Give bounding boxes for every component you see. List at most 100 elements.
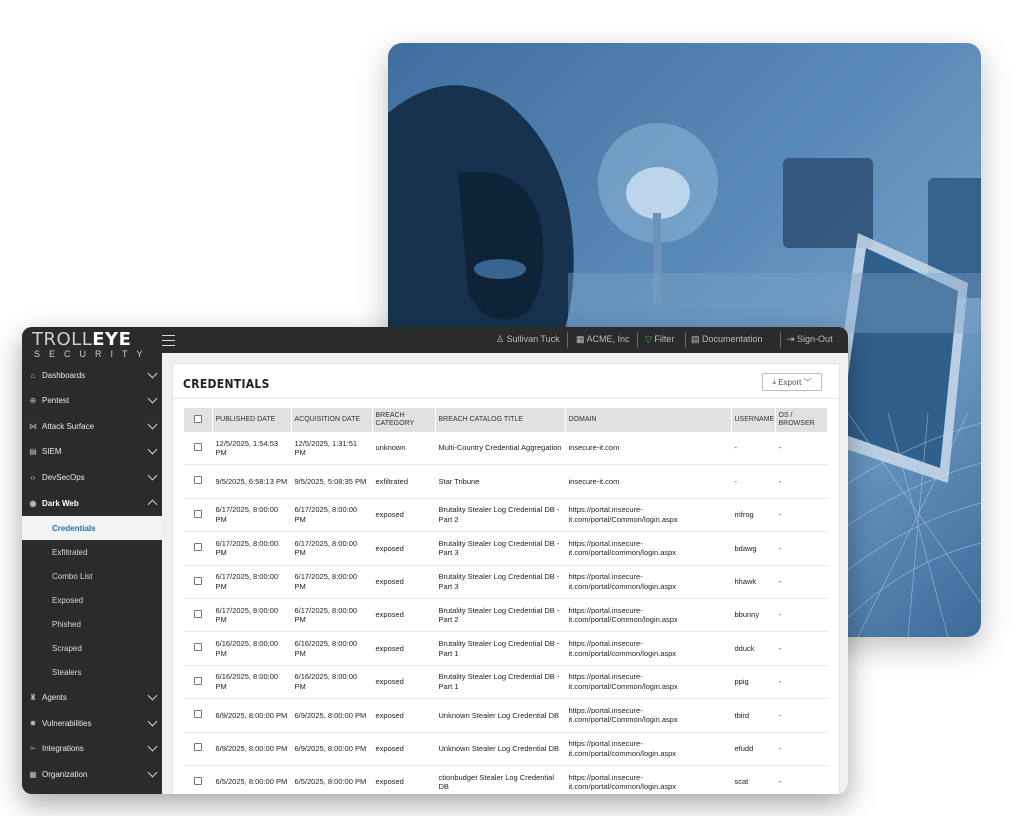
- sidebar-item-pentest[interactable]: ⊕ Pentest: [22, 388, 162, 412]
- column-header-username[interactable]: USERNAME: [731, 408, 776, 432]
- sidebar-item-vulnerabilities[interactable]: ✹ Vulnerabilities: [22, 711, 162, 735]
- column-header-acquisition-date[interactable]: ACQUISITION DATE: [291, 408, 373, 432]
- sidebar-item-agents[interactable]: ♜ Agents: [22, 685, 162, 709]
- cell-breach-category: exposed: [372, 631, 436, 666]
- sidebar-item-organization[interactable]: ▦ Organization: [22, 762, 162, 786]
- sidebar-subitem-label: Exfiltrated: [52, 547, 88, 557]
- sign-out-label: Sign-Out: [797, 334, 833, 344]
- logo-text-light: TR: [32, 329, 57, 350]
- export-button[interactable]: ⤓ Export ﹀: [762, 373, 822, 391]
- sidebar-item-attack-surface[interactable]: ⋈ Attack Surface: [22, 414, 162, 438]
- column-header-breach-category[interactable]: BREACH CATEGORY: [372, 408, 436, 432]
- sidebar-subitem-stealers[interactable]: Stealers: [22, 660, 162, 684]
- row-checkbox[interactable]: [184, 665, 213, 700]
- sidebar-subitem-exposed[interactable]: Exposed: [22, 588, 162, 612]
- cell-domain: https://portal.insecure-it.com/portal/Co…: [565, 498, 732, 533]
- row-checkbox[interactable]: [184, 598, 213, 633]
- row-checkbox[interactable]: [184, 732, 213, 766]
- cell-breach-catalog-title: Brutality Stealer Log Credential DB - Pa…: [435, 631, 566, 666]
- sidebar-subitem-label: Stealers: [52, 667, 82, 677]
- trolleye-logo[interactable]: TROLLEYE SECURITY: [22, 327, 162, 365]
- table-row[interactable]: 12/5/2025, 1:54:53 PM 12/5/2025, 1:31:51 …: [184, 432, 828, 466]
- row-checkbox[interactable]: [184, 432, 213, 466]
- cell-published-date: 6/9/2025, 8:00:00 PM: [212, 698, 292, 733]
- main-content: CREDENTIALS ⤓ Export ﹀ PUBLISHED DATE AC…: [162, 353, 848, 794]
- cell-username: mfrog: [731, 498, 776, 533]
- sidebar-subitem-credentials[interactable]: Credentials: [22, 516, 162, 540]
- row-checkbox[interactable]: [184, 498, 213, 533]
- row-checkbox[interactable]: [184, 565, 213, 599]
- sidebar-subitem-scraped[interactable]: Scraped: [22, 636, 162, 660]
- cell-domain: https://portal.insecure-it.com/portal/co…: [565, 765, 732, 794]
- sidebar-item-label: Vulnerabilities: [42, 718, 92, 728]
- cell-acquisition-date: 6/9/2025, 8:00:00 PM: [291, 732, 373, 766]
- table-row[interactable]: 6/9/2025, 8:00:00 PM 6/9/2025, 8:00:00 PM…: [184, 732, 828, 766]
- cell-breach-catalog-title: Brutality Stealer Log Credential DB - Pa…: [435, 531, 566, 566]
- org-menu[interactable]: ▦ ACME, Inc: [576, 334, 630, 345]
- sidebar-item-siem[interactable]: ▤ SIEM: [22, 439, 162, 463]
- sidebar-subitem-label: Phished: [52, 619, 81, 629]
- sidebar-subitem-label: Exposed: [52, 595, 84, 605]
- sidebar: TROLLEYE SECURITY ⌂ Dashboards ⊕ Pentest…: [22, 327, 162, 794]
- cell-os-browser: -: [775, 498, 828, 533]
- sign-out-button[interactable]: ⇥ Sign-Out: [787, 334, 833, 345]
- documentation-link[interactable]: ▤ Documentation: [691, 334, 763, 345]
- logo-text-mid: OLL: [56, 329, 93, 350]
- cell-breach-catalog-title: Star Tribune: [435, 464, 566, 499]
- cell-breach-category: exposed: [372, 531, 436, 566]
- sidebar-item-label: Organization: [42, 769, 88, 779]
- hamburger-menu-icon[interactable]: [162, 335, 175, 346]
- column-header-domain[interactable]: DOMAIN: [565, 408, 732, 432]
- filter-button[interactable]: ▽ Filter: [645, 334, 674, 345]
- table-row[interactable]: 6/16/2025, 8:00:00 PM 6/16/2025, 8:00:00 …: [184, 631, 828, 666]
- cell-published-date: 6/9/2025, 8:00:00 PM: [212, 732, 292, 766]
- column-header-published-date[interactable]: PUBLISHED DATE: [212, 408, 292, 432]
- documentation-label: Documentation: [702, 334, 763, 344]
- cell-username: -: [731, 432, 776, 466]
- table-row[interactable]: 6/9/2025, 8:00:00 PM 6/9/2025, 8:00:00 PM…: [184, 698, 828, 733]
- sidebar-item-label: Dashboards: [42, 370, 86, 380]
- cell-domain: insecure-it.com: [565, 432, 732, 466]
- cell-acquisition-date: 6/5/2025, 8:00:00 PM: [291, 765, 373, 794]
- cell-os-browser: -: [775, 464, 828, 499]
- cell-published-date: 9/5/2025, 6:58:13 PM: [212, 464, 292, 499]
- table-row[interactable]: 6/17/2025, 8:00:00 PM 6/17/2025, 8:00:00 …: [184, 498, 828, 533]
- row-checkbox[interactable]: [184, 765, 213, 794]
- row-checkbox[interactable]: [184, 631, 213, 666]
- column-header-os-browser[interactable]: OS / BROWSER: [775, 408, 828, 432]
- table-row[interactable]: 6/17/2025, 8:00:00 PM 6/17/2025, 8:00:00 …: [184, 598, 828, 633]
- sidebar-subitem-phished[interactable]: Phished: [22, 612, 162, 636]
- user-icon: ♙: [496, 334, 507, 344]
- row-checkbox[interactable]: [184, 698, 213, 733]
- chevron-down-icon: [147, 767, 158, 778]
- sidebar-item-label: Integrations: [42, 743, 84, 753]
- sidebar-item-integrations[interactable]: ⟜ Integrations: [22, 736, 162, 760]
- sidebar-subitem-exfiltrated[interactable]: Exfiltrated: [22, 540, 162, 564]
- sidebar-subitem-label: Credentials: [52, 523, 96, 533]
- sidebar-item-label: DevSecOps: [42, 472, 85, 482]
- table-header-row: PUBLISHED DATE ACQUISITION DATE BREACH C…: [184, 408, 828, 432]
- table-row[interactable]: 6/17/2025, 8:00:00 PM 6/17/2025, 8:00:00 …: [184, 565, 828, 599]
- user-menu[interactable]: ♙ Sullivan Tuck: [496, 334, 560, 345]
- column-header-breach-catalog-title[interactable]: BREACH CATALOG TITLE: [435, 408, 566, 432]
- sidebar-item-devsecops[interactable]: ‹› DevSecOps: [22, 465, 162, 489]
- filter-label: Filter: [654, 334, 675, 344]
- sidebar-subitem-combo-list[interactable]: Combo List: [22, 564, 162, 588]
- table-row[interactable]: 9/5/2025, 6:58:13 PM 9/5/2025, 5:08:35 PM…: [184, 464, 828, 499]
- row-checkbox[interactable]: [184, 464, 213, 499]
- sidebar-item-dashboards[interactable]: ⌂ Dashboards: [22, 363, 162, 387]
- cell-published-date: 6/17/2025, 8:00:00 PM: [212, 531, 292, 566]
- table-row[interactable]: 6/5/2025, 8:00:00 PM 6/5/2025, 8:00:00 PM…: [184, 765, 828, 794]
- row-checkbox[interactable]: [184, 531, 213, 566]
- chevron-down-icon: [147, 716, 158, 727]
- table-row[interactable]: 6/16/2025, 8:00:00 PM 6/16/2025, 8:00:00 …: [184, 665, 828, 700]
- cell-os-browser: -: [775, 531, 828, 566]
- select-all-checkbox[interactable]: [184, 408, 213, 432]
- chevron-down-icon: [147, 444, 158, 455]
- table-row[interactable]: 6/17/2025, 8:00:00 PM 6/17/2025, 8:00:00 …: [184, 531, 828, 566]
- cell-published-date: 6/16/2025, 8:00:00 PM: [212, 631, 292, 666]
- cell-username: ppig: [731, 665, 776, 700]
- cell-breach-catalog-title: Brutality Stealer Log Credential DB - Pa…: [435, 498, 566, 533]
- server-icon: ▤: [29, 446, 37, 456]
- sidebar-item-dark-web[interactable]: ◉ Dark Web: [22, 491, 162, 515]
